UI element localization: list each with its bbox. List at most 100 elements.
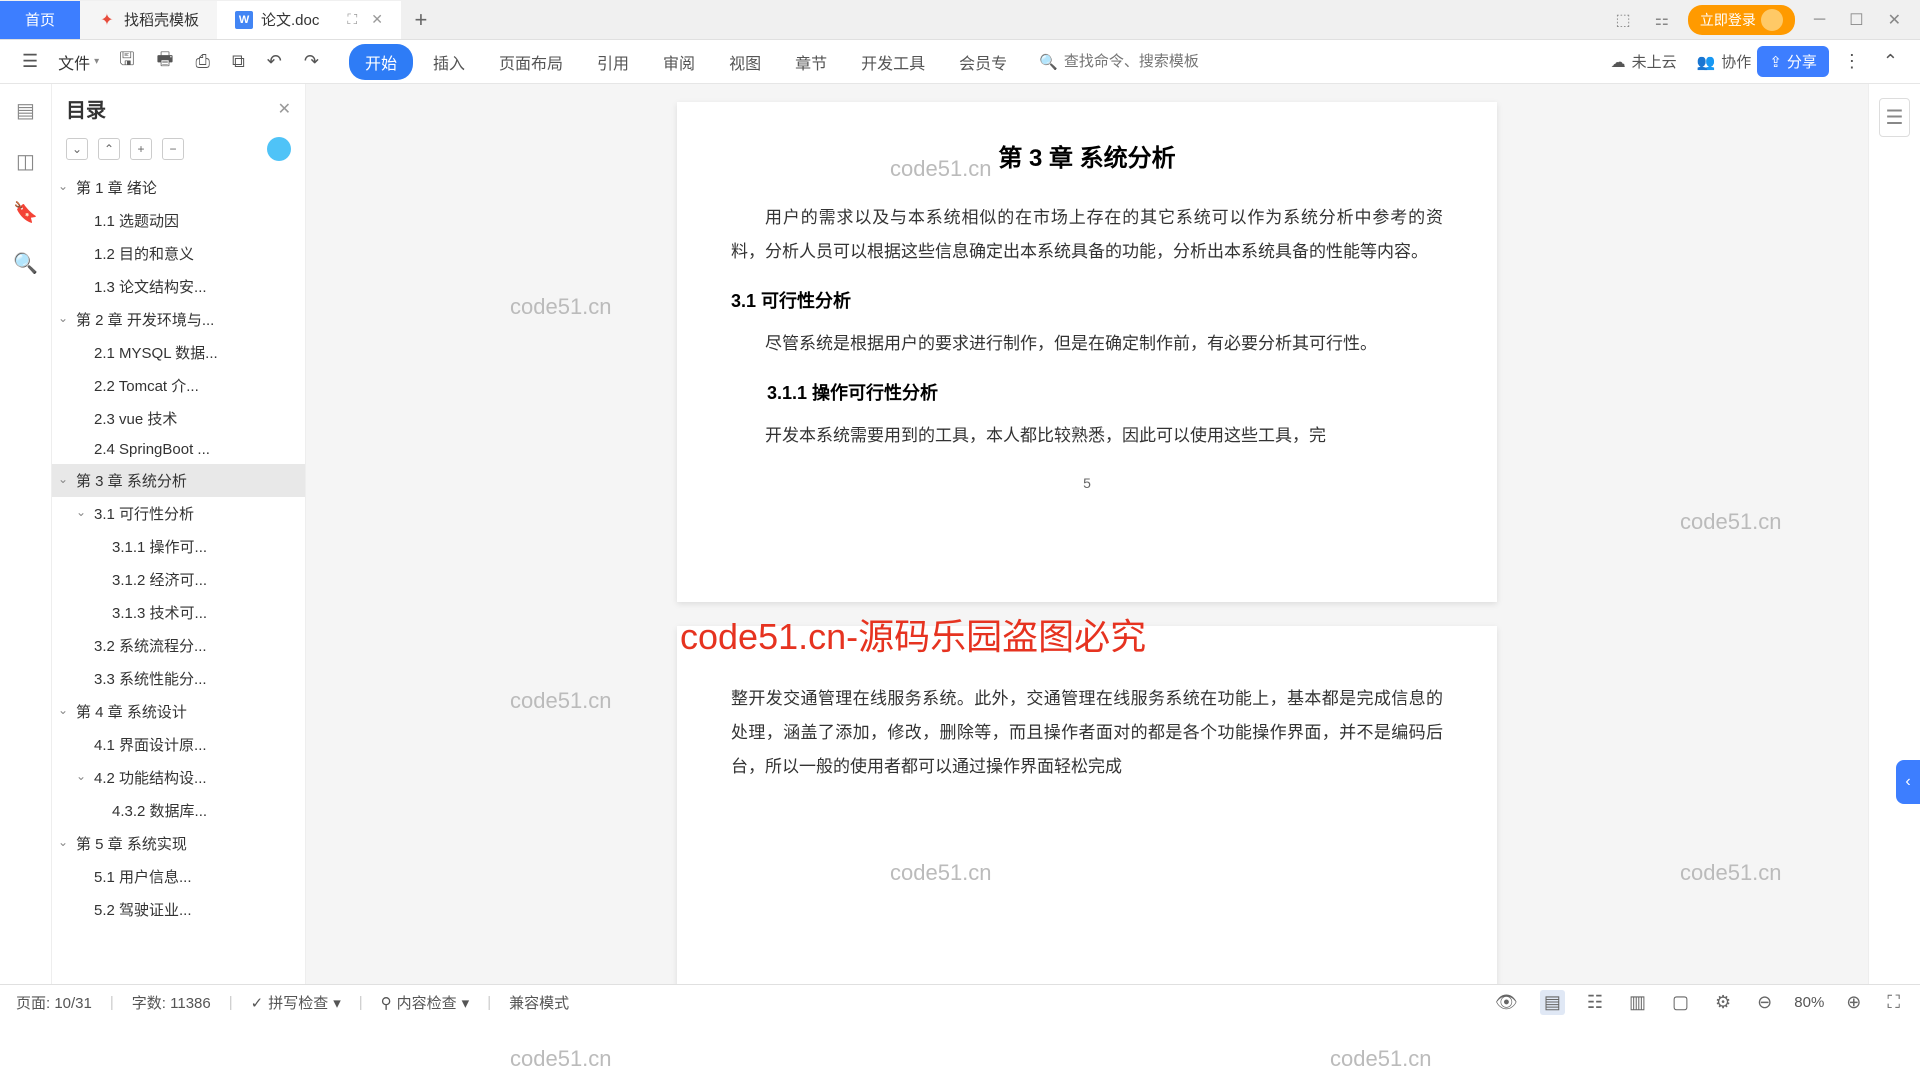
menu-start[interactable]: 开始 <box>349 44 413 80</box>
tab-bar: 首页 ✦找稻壳模板 W论文.doc⛶✕ + ⬚ ⚏ 立即登录 ─ ☐ ✕ <box>0 0 1920 40</box>
outline-item[interactable]: 3.1.3 技术可... <box>52 596 305 629</box>
maximize-button[interactable]: ☐ <box>1844 7 1868 33</box>
preview-icon[interactable]: ⎙ <box>188 47 218 76</box>
outline-item[interactable]: 3.3 系统性能分... <box>52 662 305 695</box>
menu-layout[interactable]: 页面布局 <box>485 44 577 80</box>
outline-item[interactable]: 3.2 系统流程分... <box>52 629 305 662</box>
search-input[interactable] <box>1064 53 1234 70</box>
fullscreen-icon[interactable]: ⛶ <box>1883 990 1904 1015</box>
document-viewport[interactable]: 📄▾ 第 3 章 系统分析 用户的需求以及与本系统相似的在市场上存在的其它系统可… <box>306 84 1868 984</box>
print-icon[interactable]: 🖶 <box>149 43 182 81</box>
tab-home[interactable]: 首页 <box>0 1 80 39</box>
outline-item[interactable]: 3.1.2 经济可... <box>52 563 305 596</box>
redo-icon[interactable]: ↷ <box>296 47 327 76</box>
outline-item[interactable]: ⌄3.1 可行性分析 <box>52 497 305 530</box>
outline-tab-icon[interactable]: ▤ <box>16 98 35 123</box>
outline-item[interactable]: 1.2 目的和意义 <box>52 237 305 270</box>
side-drawer-button[interactable]: ‹ <box>1896 760 1920 804</box>
properties-icon[interactable]: ☰ <box>1879 98 1911 137</box>
outline-item-label: 2.3 vue 技术 <box>94 411 177 428</box>
close-outline-icon[interactable]: ✕ <box>278 99 291 119</box>
new-tab-button[interactable]: + <box>401 7 441 33</box>
outline-item[interactable]: 2.3 vue 技术 <box>52 402 305 435</box>
outline-item[interactable]: ⌄第 3 章 系统分析 <box>52 464 305 497</box>
zoom-in-button[interactable]: ⊕ <box>1842 990 1865 1015</box>
close-window-button[interactable]: ✕ <box>1883 7 1906 33</box>
right-rail: ☰ <box>1868 84 1920 984</box>
outline-item[interactable]: ⌄第 4 章 系统设计 <box>52 695 305 728</box>
menu-view[interactable]: 视图 <box>715 44 775 80</box>
outline-item[interactable]: 4.1 界面设计原... <box>52 728 305 761</box>
tab-templates[interactable]: ✦找稻壳模板 <box>80 1 217 39</box>
outline-item[interactable]: 3.1.1 操作可... <box>52 530 305 563</box>
menu-review[interactable]: 审阅 <box>649 44 709 80</box>
collapse-icon[interactable]: ⌃ <box>1875 47 1906 76</box>
find-icon[interactable]: 🔍 <box>13 251 38 276</box>
outline-item[interactable]: 2.4 SpringBoot ... <box>52 435 305 464</box>
share-icon: ⇪ <box>1769 53 1782 71</box>
outline-item[interactable]: 2.1 MYSQL 数据... <box>52 336 305 369</box>
view-read-icon[interactable]: ▢ <box>1668 990 1693 1015</box>
search-box[interactable]: 🔍 <box>1039 53 1234 71</box>
outline-item[interactable]: ⌄第 1 章 绪论 <box>52 171 305 204</box>
expand-all-icon[interactable]: ⌃ <box>98 138 120 160</box>
compat-mode[interactable]: 兼容模式 <box>509 992 569 1013</box>
watermark: code51.cn <box>510 1046 612 1072</box>
eye-icon[interactable]: 👁 <box>1491 990 1522 1015</box>
cloud-button[interactable]: ☁未上云 <box>1611 51 1677 72</box>
menu-member[interactable]: 会员专 <box>945 44 1021 80</box>
toolbar: ☰ 文件▾ 🖫 🖶 ⎙ ⧉ ↶ ↷ 开始 插入 页面布局 引用 审阅 视图 章节… <box>0 40 1920 84</box>
collapse-all-icon[interactable]: ⌄ <box>66 138 88 160</box>
view-outline-icon[interactable]: ☷ <box>1583 990 1607 1015</box>
zoom-out-button[interactable]: ⊖ <box>1753 990 1776 1015</box>
menu-insert[interactable]: 插入 <box>419 44 479 80</box>
spellcheck-button[interactable]: ✓拼写检查▾ <box>251 992 341 1013</box>
add-icon[interactable]: + <box>130 138 152 160</box>
share-button[interactable]: ⇪分享 <box>1757 46 1829 77</box>
page-indicator[interactable]: 页面: 10/31 <box>16 992 92 1013</box>
collab-button[interactable]: 👥协作 <box>1697 51 1752 72</box>
content-check-button[interactable]: ⚲内容检查▾ <box>381 992 470 1013</box>
file-menu[interactable]: 文件▾ <box>52 46 105 78</box>
doc-icon: W <box>235 11 253 29</box>
menu-icon[interactable]: ☰ <box>14 47 46 76</box>
outline-item[interactable]: 4.3.2 数据库... <box>52 794 305 827</box>
assistant-icon[interactable] <box>267 137 291 161</box>
login-button[interactable]: 立即登录 <box>1688 5 1795 35</box>
save-icon[interactable]: 🖫 <box>111 43 142 81</box>
close-icon[interactable]: ✕ <box>371 11 383 28</box>
outline-item[interactable]: 5.2 驾驶证业... <box>52 893 305 926</box>
outline-item[interactable]: 1.3 论文结构安... <box>52 270 305 303</box>
menu-reference[interactable]: 引用 <box>583 44 643 80</box>
minimize-button[interactable]: ─ <box>1809 8 1830 32</box>
settings-icon[interactable]: ⚙ <box>1711 990 1735 1015</box>
search-icon: 🔍 <box>1039 53 1058 71</box>
outline-item-label: 3.2 系统流程分... <box>94 638 207 655</box>
outline-item[interactable]: ⌄第 5 章 系统实现 <box>52 827 305 860</box>
copy-icon[interactable]: ⧉ <box>224 47 253 76</box>
outline-item[interactable]: 2.2 Tomcat 介... <box>52 369 305 402</box>
menu-section[interactable]: 章节 <box>781 44 841 80</box>
view-print-icon[interactable]: ▤ <box>1540 990 1565 1015</box>
word-count[interactable]: 字数: 11386 <box>132 992 211 1013</box>
section-heading: 3.1 可行性分析 <box>731 287 1443 313</box>
outline-item[interactable]: ⌄4.2 功能结构设... <box>52 761 305 794</box>
menu-devtools[interactable]: 开发工具 <box>847 44 939 80</box>
undo-icon[interactable]: ↶ <box>259 47 290 76</box>
nav-icon[interactable]: ◫ <box>16 149 35 174</box>
outline-item[interactable]: 5.1 用户信息... <box>52 860 305 893</box>
view-web-icon[interactable]: ▥ <box>1625 990 1650 1015</box>
bookmark-icon[interactable]: 🔖 <box>13 200 38 225</box>
layout-icon[interactable]: ⬚ <box>1610 7 1635 33</box>
outline-item-label: 第 2 章 开发环境与... <box>76 312 214 329</box>
screen-icon[interactable]: ⛶ <box>347 11 357 28</box>
outline-item-label: 1.1 选题动因 <box>94 213 179 230</box>
tab-document[interactable]: W论文.doc⛶✕ <box>217 1 401 39</box>
outline-item[interactable]: 1.1 选题动因 <box>52 204 305 237</box>
outline-item-label: 第 4 章 系统设计 <box>76 704 187 721</box>
apps-icon[interactable]: ⚏ <box>1650 7 1674 33</box>
outline-item[interactable]: ⌄第 2 章 开发环境与... <box>52 303 305 336</box>
zoom-level[interactable]: 80% <box>1794 994 1824 1011</box>
more-icon[interactable]: ⋮ <box>1835 47 1869 76</box>
remove-icon[interactable]: − <box>162 138 184 160</box>
